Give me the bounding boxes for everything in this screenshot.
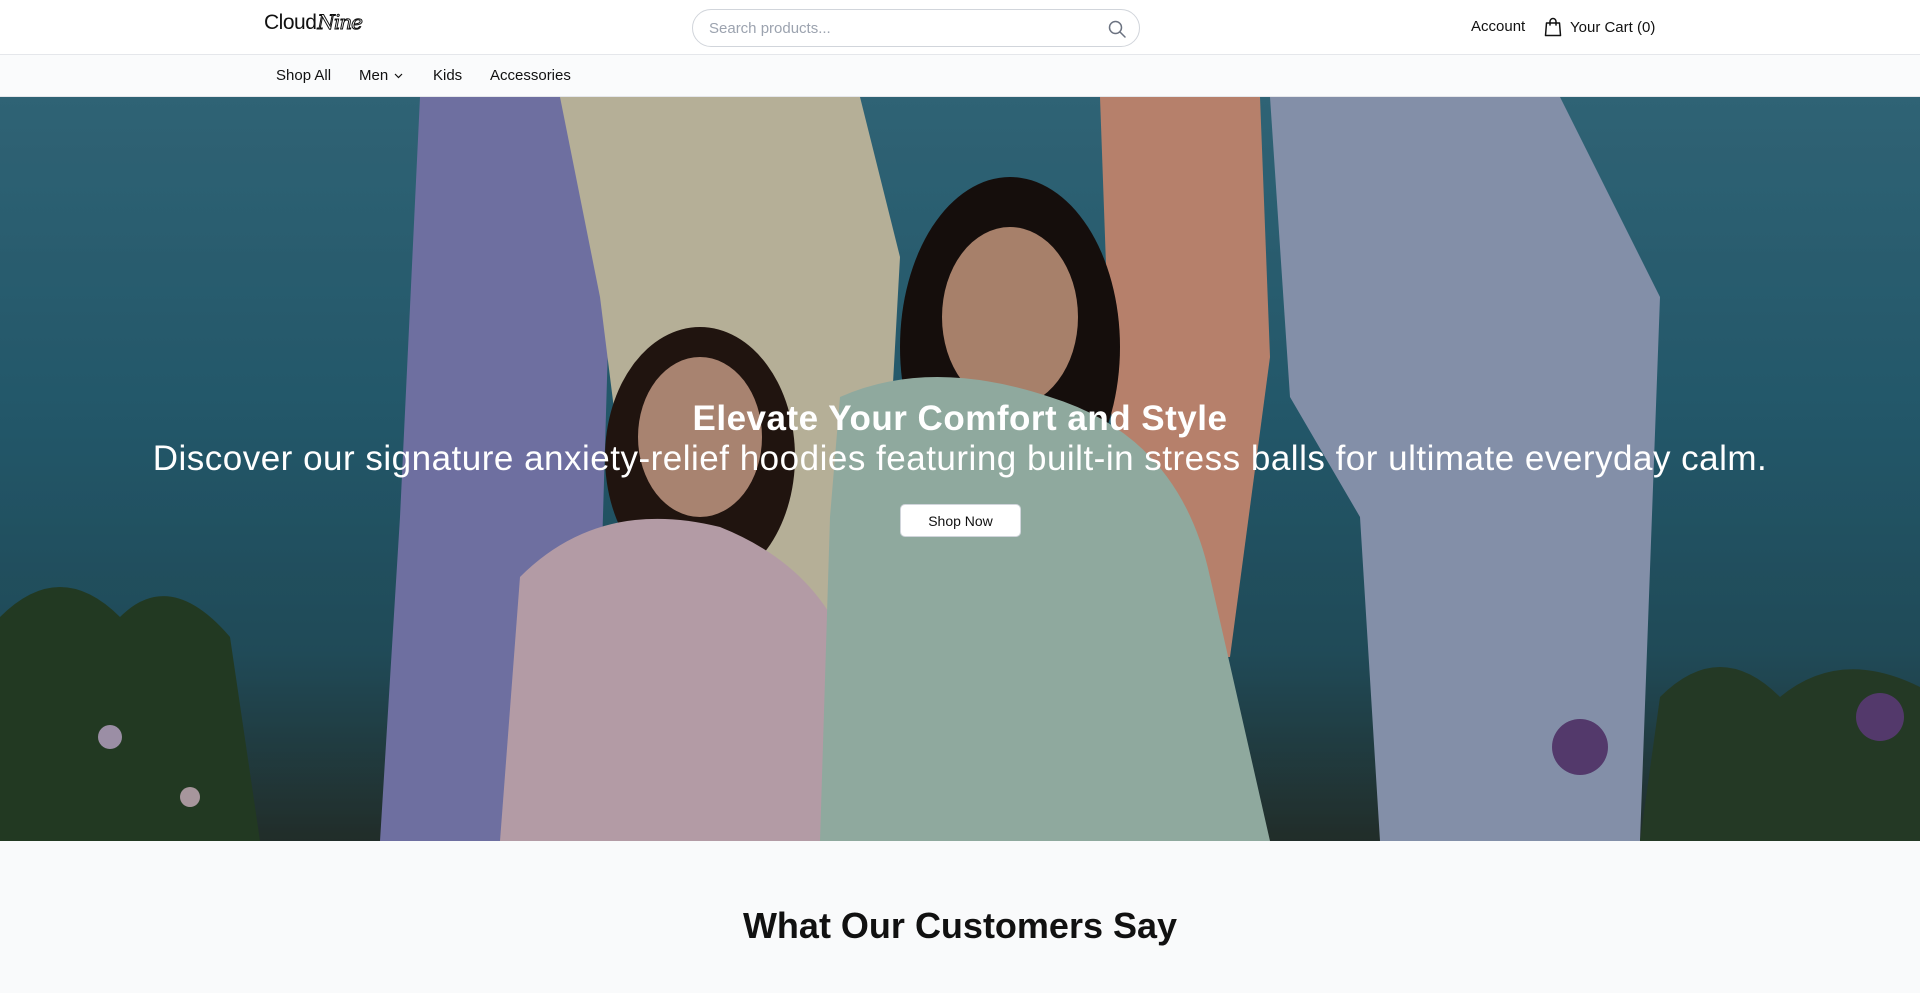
shop-now-button[interactable]: Shop Now: [900, 504, 1021, 537]
hero-title: Elevate Your Comfort and Style: [692, 399, 1228, 438]
nav-item-men[interactable]: Men: [359, 67, 404, 84]
search-bar: [692, 9, 1140, 47]
cart-button[interactable]: Your Cart (0): [1544, 17, 1655, 37]
nav-item-accessories[interactable]: Accessories: [490, 67, 571, 84]
nav-item-label: Men: [359, 67, 389, 84]
nav-item-label: Accessories: [490, 67, 571, 84]
nav-item-kids[interactable]: Kids: [433, 67, 462, 84]
logo-text: Cloud: [264, 11, 317, 34]
account-link[interactable]: Account: [1471, 18, 1525, 35]
testimonials-heading: What Our Customers Say: [742, 905, 1178, 946]
main-nav: Shop All Men Kids Accessories: [0, 55, 1920, 97]
shopping-bag-icon: [1544, 17, 1562, 37]
nav-item-label: Shop All: [276, 67, 332, 84]
brand-logo[interactable]: Cloud Nine: [264, 10, 364, 36]
hero-subtitle: Discover our signature anxiety-relief ho…: [152, 439, 1768, 478]
chevron-down-icon: [394, 73, 403, 79]
logo-script: Nine: [317, 10, 364, 35]
cart-label: Your Cart (0): [1570, 18, 1656, 36]
site-header: Cloud Nine Account Your Cart (0): [0, 0, 1920, 55]
search-icon[interactable]: [1107, 19, 1127, 39]
nav-item-shop-all[interactable]: Shop All: [276, 67, 331, 84]
hero-banner: Elevate Your Comfort and Style Discover …: [0, 97, 1920, 841]
nav-item-label: Kids: [433, 67, 463, 84]
search-input[interactable]: [709, 10, 1089, 46]
